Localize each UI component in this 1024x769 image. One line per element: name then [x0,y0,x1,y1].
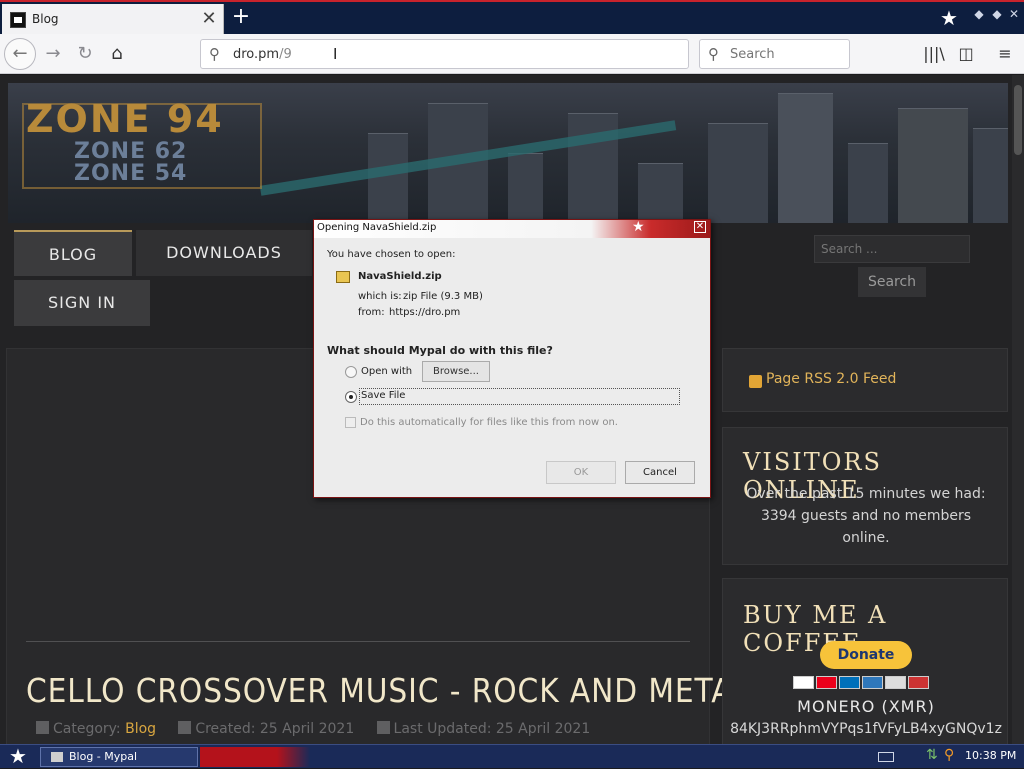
donate-button[interactable]: Donate [820,641,912,669]
menu-item-blog[interactable]: BLOG [14,230,132,276]
download-dialog: Opening NavaShield.zip ★ ✕ You have chos… [313,219,711,498]
main-menu: BLOG DOWNLOADS SIGN IN [12,230,312,330]
clock: 10:38 PM [965,749,1017,762]
keyboard-icon[interactable] [878,752,894,762]
calendar-icon [376,721,390,734]
rss-icon [749,375,762,388]
dialog-question: What should Mypal do with this file? [327,344,553,357]
search-icon: ⚲ [708,45,719,63]
visitors-box: VISITORS ONLINE Over the past 15 minutes… [722,427,1008,565]
category-link[interactable]: Blog [125,721,156,737]
favicon-icon [10,12,26,28]
dialog-titlebar[interactable]: Opening NavaShield.zip ★ ✕ [314,219,710,238]
menu-item-downloads[interactable]: DOWNLOADS [136,230,312,276]
site-logo-sub: ZONE 62 ZONE 54 [74,139,188,186]
site-search-button[interactable]: Search [858,267,926,297]
rss-box: Page RSS 2.0 Feed [722,348,1008,412]
open-with-radio[interactable] [345,366,357,378]
back-button[interactable]: ← [4,38,36,70]
divider [26,641,690,642]
site-banner: ZONE 94 ZONE 62 ZONE 54 [8,83,1008,223]
minimize-icon[interactable]: ◆ [970,6,988,22]
updated-date: Last Updated: 25 April 2021 [393,721,591,737]
search-tray-icon[interactable]: ⚲ [944,747,954,763]
rss-link[interactable]: Page RSS 2.0 Feed [766,371,896,387]
post-meta: Category: Blog Created: 25 April 2021 La… [36,721,590,737]
site-search-input[interactable] [815,236,969,262]
tab-strip: Blog ✕ + ★ ◆ ◆ ✕ [0,0,1024,36]
auto-checkbox[interactable] [345,417,356,428]
start-button[interactable]: ★ [4,745,32,769]
ok-button[interactable]: OK [546,461,616,484]
library-icon[interactable]: |||\ [922,43,946,65]
taskbar: ★ Blog - Mypal ⇅ ⚲ 10:38 PM [0,744,1024,768]
search-input[interactable] [730,45,845,63]
new-tab-button[interactable]: + [226,4,256,32]
network-icon[interactable]: ⇅ [926,747,938,763]
auto-label[interactable]: Do this automatically for files like thi… [360,417,618,428]
calendar-icon [178,721,192,734]
wallet-address: 84KJ3RRphmVYPqs1fVFyLB4xyGNQv1z [730,721,1002,737]
payment-cards-icon [793,674,941,689]
coffee-box: BUY ME A COFFEE Donate MONERO (XMR) 84KJ… [722,578,1008,744]
dialog-close-icon[interactable]: ✕ [694,221,706,233]
url-text: dro.pm/9 [233,47,292,62]
file-type: zip File (9.3 MB) [403,291,483,302]
home-button[interactable]: ⌂ [102,39,132,69]
site-search-field[interactable] [814,235,970,263]
browser-tab[interactable]: Blog ✕ [2,4,224,36]
taskbar-decoration [200,747,310,767]
reload-button[interactable]: ↻ [70,39,100,69]
category-label: Category: [53,721,121,737]
browse-button[interactable]: Browse... [422,361,490,382]
taskbar-window-button[interactable]: Blog - Mypal [40,747,198,767]
url-bar[interactable]: ⚲ dro.pm/9 [200,39,689,69]
text-cursor-icon: I [333,45,338,63]
menu-icon[interactable]: ≡ [993,43,1017,65]
visitors-text: Over the past 15 minutes we had: 3394 gu… [746,486,986,546]
file-source: https://dro.pm [389,307,461,318]
sidebar-icon[interactable]: ◫ [954,43,978,65]
from-label: from: [358,307,385,318]
menu-item-sign-in[interactable]: SIGN IN [14,280,150,326]
forward-button[interactable]: → [38,39,68,69]
scrollbar[interactable] [1012,75,1024,744]
file-name: NavaShield.zip [358,271,442,282]
site-logo[interactable]: ZONE 94 [26,97,224,141]
tab-close-icon[interactable]: ✕ [198,7,220,31]
close-window-icon[interactable]: ✕ [1005,6,1023,22]
which-is-label: which is: [358,291,402,302]
search-icon: ⚲ [209,45,220,63]
coin-label: MONERO (XMR) [797,697,935,716]
search-bar[interactable]: ⚲ [699,39,850,69]
zip-file-icon [336,271,350,283]
save-file-radio[interactable] [345,391,357,403]
chosen-label: You have chosen to open: [327,249,456,260]
navigation-bar: ← → ↻ ⌂ ⚲ dro.pm/9 I ⚲ |||\ ◫ ≡ [0,34,1024,74]
browser-icon [51,752,63,762]
save-file-focus [359,388,680,405]
folder-icon [36,721,49,734]
star-icon: ★ [632,219,645,235]
maximize-icon[interactable]: ◆ [988,6,1006,22]
cancel-button[interactable]: Cancel [625,461,695,484]
save-file-label[interactable]: Save File [361,390,405,401]
star-icon: ★ [940,6,958,30]
post-title[interactable]: CELLO CROSSOVER MUSIC - ROCK AND METAL [26,671,750,710]
tab-title: Blog [32,12,59,26]
created-date: Created: 25 April 2021 [195,721,355,737]
open-with-label[interactable]: Open with [361,366,412,377]
scrollbar-thumb[interactable] [1014,85,1022,155]
taskbar-window-label: Blog - Mypal [69,750,138,763]
dialog-title: Opening NavaShield.zip [317,222,437,233]
